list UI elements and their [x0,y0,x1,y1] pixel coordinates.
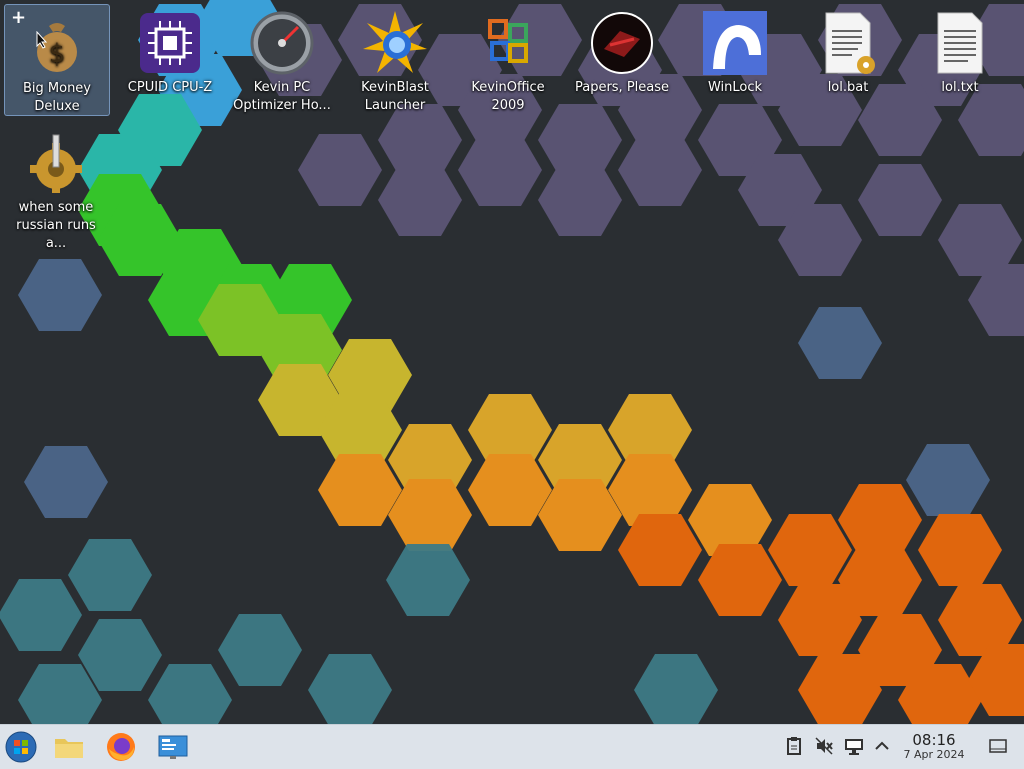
clock-time[interactable]: 08:16 [900,731,968,749]
chevron-up-icon[interactable] [872,736,892,756]
volume-muted-icon[interactable] [814,736,834,756]
desktop-icon-lol-bat[interactable]: lol.bat [796,4,900,97]
desktop-icon-kevinoffice-2009[interactable]: KevinOffice 2009 [456,4,560,115]
windows-orb-icon [5,731,37,763]
desktop-icon-cpuid-cpu-z[interactable]: CPUID CPU-Z [118,4,222,97]
starburst-icon [363,11,427,75]
file-manager-button[interactable] [52,731,86,763]
desktop-icon-label: lol.bat [827,80,869,95]
desktop-icon-kevinblast-launcher[interactable]: KevinBlast Launcher [343,4,447,115]
cpu-chip-icon [138,11,202,75]
desktop-icon-papers-please[interactable]: Papers, Please [570,4,674,97]
desktop-icon-lol-txt[interactable]: lol.txt [908,4,1012,97]
desktop-icon-label: KevinBlast Launcher [361,80,429,113]
papers-please-emblem-icon [590,11,654,75]
desktop-icon-big-money-deluxe[interactable]: + $ Big Money Deluxe [4,4,110,116]
desktop-icon-russian-runs[interactable]: when some russian runs a... [4,124,108,253]
desktop-icon-label: when some russian runs a... [16,200,96,251]
desktop-icon-winlock[interactable]: WinLock [683,4,787,97]
show-desktop-button[interactable] [988,736,1008,756]
desktop-icon-label: Papers, Please [574,80,670,95]
desktop-icon-label: CPUID CPU-Z [127,80,213,95]
office-logo-icon [476,11,540,75]
clipboard-icon[interactable] [784,736,804,756]
desktop-icon-label: Kevin PC Optimizer Ho... [233,80,331,113]
text-file-icon [928,11,992,75]
start-menu-button[interactable] [4,731,38,763]
desktop-icon-label: Big Money Deluxe [22,81,91,114]
display-icon[interactable] [844,736,864,756]
desktop-icon-label: lol.txt [941,80,979,95]
show-desktop-icon [989,739,1007,753]
desktop-icon-label: WinLock [707,80,763,95]
clock-date[interactable]: 7 Apr 2024 [900,748,968,761]
winlock-icon [703,11,767,75]
desktop-icon-label: KevinOffice 2009 [471,80,545,113]
desktop-icon-kevin-pc-optimizer[interactable]: Kevin PC Optimizer Ho... [230,4,334,115]
batch-file-icon [816,11,880,75]
firefox-icon [107,733,135,761]
money-bag-icon: $ [25,12,89,76]
system-settings-button[interactable] [156,731,190,763]
speedometer-icon [250,11,314,75]
svg-text:$: $ [49,39,66,69]
gear-icon [24,131,88,195]
firefox-button[interactable] [104,731,138,763]
taskbar [0,724,1024,769]
monitor-settings-icon [158,735,188,759]
folder-icon [55,739,83,758]
select-plus-icon[interactable]: + [11,9,26,27]
mouse-cursor-icon [36,31,48,49]
